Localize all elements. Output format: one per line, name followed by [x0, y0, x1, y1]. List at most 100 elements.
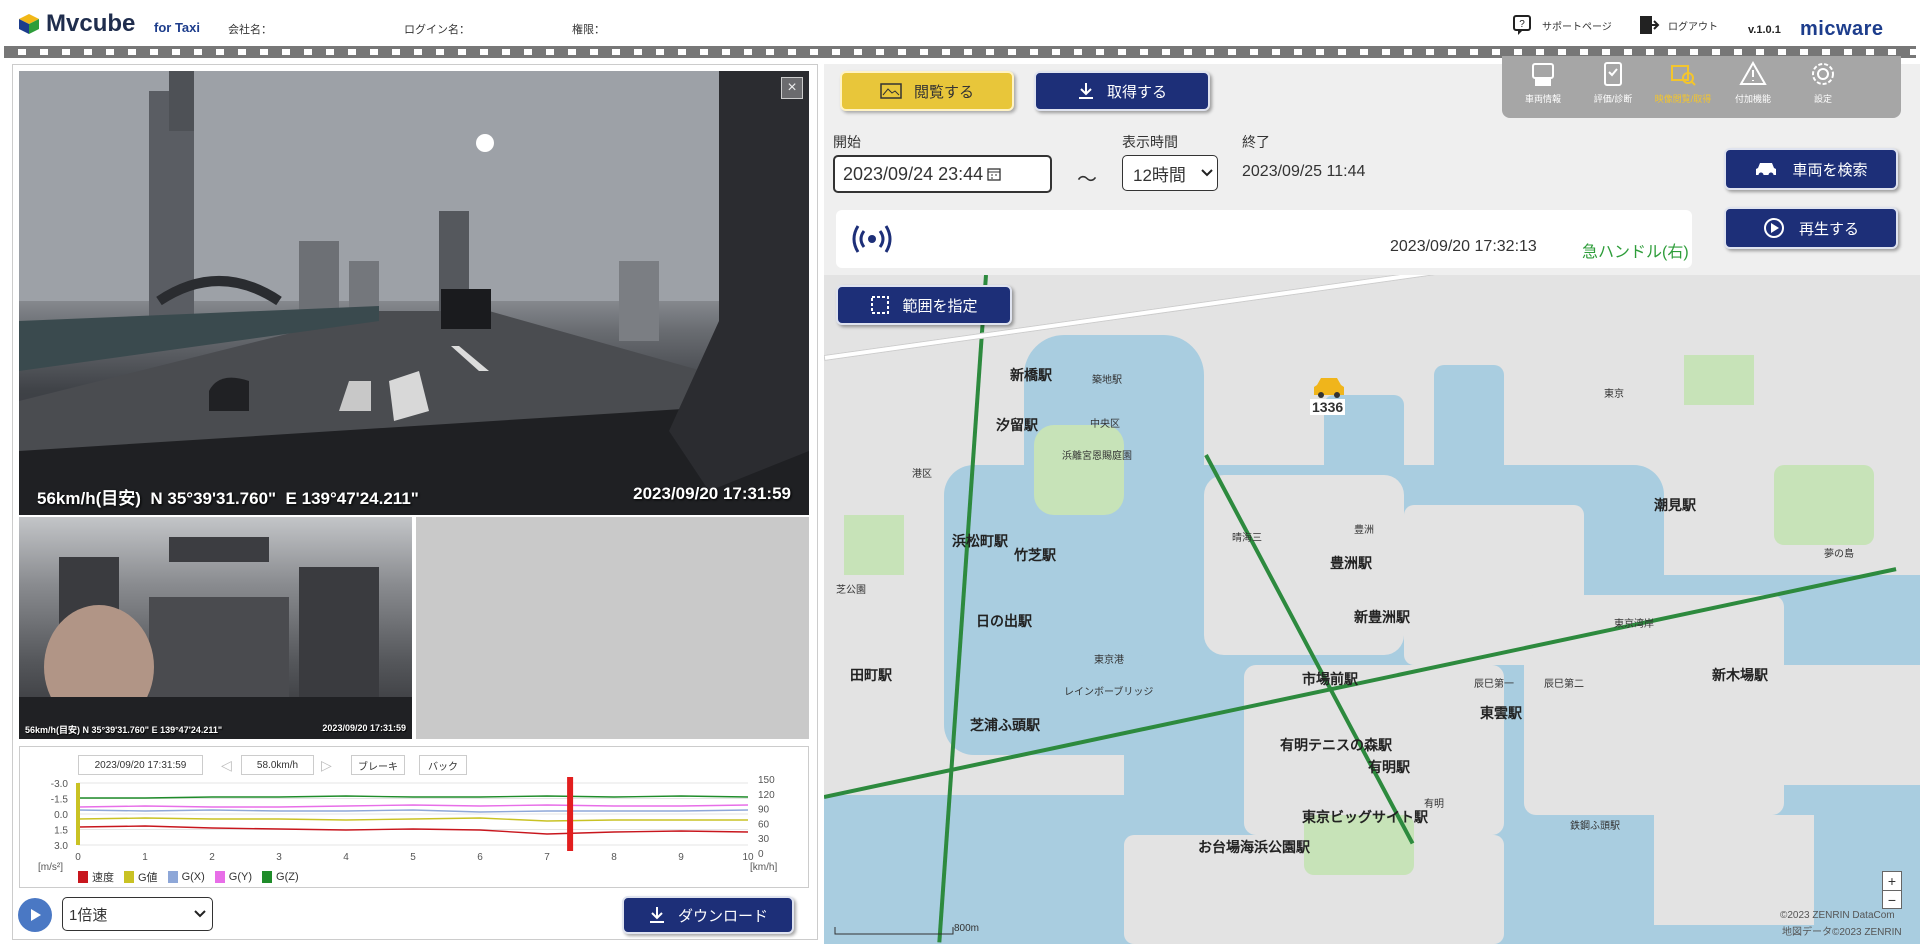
main-nav: 車両情報 評価/診断 映像閲覧/取得 付加機能 設定	[1502, 56, 1901, 118]
map-area-label: 東京港	[1094, 655, 1124, 666]
fetch-label: 取得する	[1106, 83, 1167, 101]
x-tick: 5	[410, 852, 416, 863]
empty-camera-slot	[416, 517, 809, 739]
legend-label: G(Z)	[276, 871, 299, 883]
nav-label: 付加機能	[1734, 94, 1771, 104]
play-circle-icon	[1763, 218, 1784, 238]
fetch-button[interactable]: 取得する	[1034, 71, 1210, 111]
calendar-icon	[987, 168, 1001, 181]
event-time: 2023/09/20 17:32:13	[1390, 238, 1537, 255]
sensor-graph-chart[interactable]: -3.0 -1.5 0.0 1.5 3.0 150 120 90 60 30 0 0 1 2 3 4 5 6 7 8 9…	[20, 747, 810, 889]
y-right-tick: 30	[758, 834, 770, 845]
cabin-camera-timestamp: 2023/09/20 17:31:59	[322, 723, 406, 733]
zoom-in-button[interactable]: +	[1883, 872, 1901, 890]
event-info-bar: 2023/09/20 17:32:13 急ハンドル(右)	[836, 210, 1692, 268]
scale-bar-icon	[834, 927, 954, 935]
map-area-label: 芝公園	[836, 585, 866, 596]
close-video-button[interactable]: ×	[781, 77, 803, 99]
play-event-button[interactable]: 再生する	[1724, 207, 1898, 249]
legend-item: G(Y)	[214, 871, 252, 883]
map-area-label: 辰巳第一	[1474, 679, 1514, 690]
map-station-label: 東雲駅	[1480, 705, 1522, 721]
support-page-link[interactable]: ? サポートページ	[1512, 14, 1612, 36]
car-icon	[1756, 163, 1777, 178]
taxi-icon	[1314, 378, 1344, 398]
playback-speed-select[interactable]: 1倍速	[62, 897, 213, 931]
x-tick: 2	[209, 852, 215, 863]
nav-item-4[interactable]: 設定	[1790, 60, 1856, 114]
legend-item: 速度	[78, 869, 114, 885]
longitude-readout: E 139°47'24.211"	[285, 489, 419, 508]
vehicle-marker[interactable]: 1336	[1310, 375, 1346, 421]
view-label: 閲覧する	[913, 83, 974, 101]
legend-label: G(X)	[181, 871, 205, 883]
map-station-label: 日の出駅	[976, 613, 1032, 629]
map-station-label: 田町駅	[850, 667, 892, 683]
nav-label: 映像閲覧/取得	[1654, 94, 1712, 104]
map-area-label: 港区	[912, 469, 932, 480]
y-right-tick: 0	[758, 849, 764, 860]
range-tilde: 〜	[1077, 169, 1097, 191]
map-area-label: 夢の島	[1824, 549, 1854, 560]
duration-label: 表示時間	[1122, 134, 1178, 150]
y-right-unit: [km/h]	[750, 862, 777, 873]
image-view-icon	[880, 83, 902, 99]
zoom-out-button[interactable]: −	[1883, 890, 1901, 909]
legend-label: 速度	[92, 872, 114, 884]
legend-item: G値	[124, 869, 158, 885]
graph-playhead	[567, 777, 574, 851]
start-label: 開始	[833, 134, 861, 150]
map-station-label: 豊洲駅	[1330, 555, 1372, 571]
map-area-label: レインボーブリッジ	[1064, 687, 1154, 698]
cabin-camera-video[interactable]: 56km/h(目安) N 35°39'31.760" E 139°47'24.2…	[19, 517, 412, 739]
select-area-label: 範囲を指定	[902, 297, 978, 315]
nav-item-2[interactable]: 映像閲覧/取得	[1650, 60, 1716, 114]
legend-item: G(X)	[167, 871, 205, 883]
map-station-label: 東京ビッグサイト駅	[1302, 809, 1428, 825]
map-area-label: 築地駅	[1092, 375, 1122, 386]
select-area-button[interactable]: 範囲を指定	[836, 285, 1012, 325]
search-vehicle-label: 車両を検索	[1792, 161, 1868, 179]
map-area-label: 東京湾岸	[1614, 619, 1654, 630]
app-header: Mvcube for Taxi 会社名： ログイン名： 権限： ? サポートペー…	[0, 0, 1920, 46]
latitude-readout: N 35°39'31.760"	[150, 489, 277, 508]
front-camera-overlay: 56km/h(目安) N 35°39'31.760" E 139°47'24.2…	[37, 484, 791, 509]
x-tick: 1	[142, 852, 148, 863]
start-datetime-input[interactable]: 2023/09/24 23:44	[833, 155, 1052, 193]
clipboard-check-icon	[1604, 62, 1622, 86]
download-icon	[1078, 83, 1093, 99]
signal-icon	[852, 225, 892, 253]
video-search-icon	[1671, 65, 1696, 86]
gear-icon	[1812, 63, 1834, 85]
logout-link[interactable]: ログアウト	[1638, 14, 1718, 36]
vehicle-info-icon	[1532, 63, 1554, 86]
sensor-graph-panel: 2023/09/20 17:31:59 ◁ 58.0km/h ▷ ブレーキ バッ…	[19, 746, 809, 888]
search-vehicle-button[interactable]: 車両を検索	[1724, 148, 1898, 190]
video-play-button[interactable]	[18, 898, 52, 932]
map-station-label: 有明テニスの森駅	[1280, 737, 1392, 753]
nav-label: 評価/診断	[1593, 94, 1633, 104]
nav-item-0[interactable]: 車両情報	[1510, 60, 1576, 114]
end-label: 終了	[1242, 134, 1270, 150]
front-camera-video[interactable]: × 56km/h(目安) N 35°39'31.760" E 139°47'24…	[19, 71, 809, 515]
cabin-camera-overlay: 56km/h(目安) N 35°39'31.760" E 139°47'24.2…	[25, 723, 406, 736]
map-station-label: 市場前駅	[1302, 671, 1358, 687]
nav-item-1[interactable]: 評価/診断	[1580, 60, 1646, 114]
map-scale: 800m	[954, 923, 980, 934]
role-label: 権限：	[572, 24, 605, 36]
y-right-tick: 120	[758, 790, 775, 801]
view-button[interactable]: 閲覧する	[840, 71, 1014, 111]
nav-item-3[interactable]: 付加機能	[1720, 60, 1786, 114]
cube-logo-icon	[19, 14, 39, 34]
y-left-tick: 0.0	[54, 810, 68, 821]
cabin-camera-scene	[19, 537, 412, 739]
download-button[interactable]: ダウンロード	[622, 896, 794, 934]
y-left-tick: 1.5	[54, 826, 68, 837]
app-logo[interactable]: Mvcube	[18, 10, 135, 38]
map-area-label: 中央区	[1090, 419, 1120, 430]
logout-label: ログアウト	[1668, 21, 1718, 33]
duration-select[interactable]: 12時間	[1122, 155, 1218, 191]
support-label: サポートページ	[1542, 21, 1612, 33]
map-station-label: 有明駅	[1368, 759, 1410, 775]
map-view[interactable]: 範囲を指定 新橋駅 汐留駅 浜松町駅 竹芝駅 日の出駅 田町駅 芝浦ふ頭駅 豊洲駅 新豊洲駅 市場…	[824, 275, 1920, 944]
